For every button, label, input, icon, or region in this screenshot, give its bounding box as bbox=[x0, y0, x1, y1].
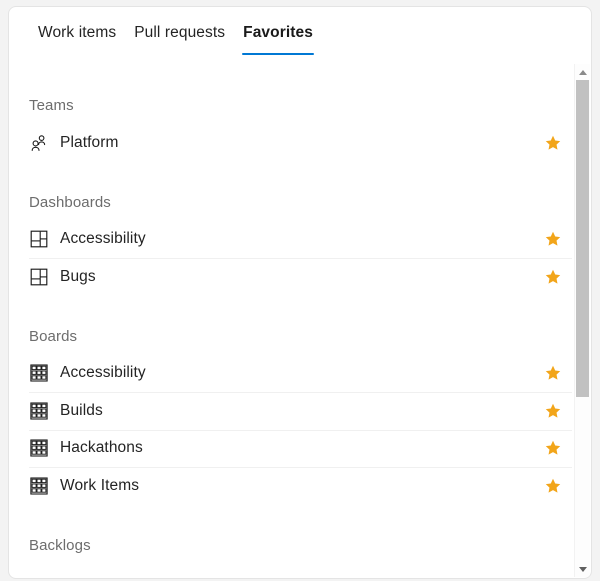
kanban-board-icon bbox=[29, 401, 49, 421]
kanban-board-icon bbox=[29, 476, 49, 496]
list-item-label: Platform bbox=[60, 133, 119, 151]
scrollbar-thumb[interactable] bbox=[576, 80, 589, 397]
list-item[interactable]: Platform bbox=[9, 124, 591, 162]
favorites-list: Teams Platform Dashboards Accessibility Bugs… bbox=[9, 63, 591, 564]
dashboard-tiles-icon bbox=[29, 267, 49, 287]
section-header-dashboards: Dashboards bbox=[29, 193, 111, 211]
favorite-star-icon[interactable] bbox=[542, 266, 564, 288]
list-item-label: Bugs bbox=[60, 267, 96, 285]
tab-label: Pull requests bbox=[134, 24, 226, 41]
favorite-star-icon[interactable] bbox=[542, 437, 564, 459]
kanban-board-icon bbox=[29, 438, 49, 458]
favorite-star-icon[interactable] bbox=[542, 132, 564, 154]
list-item[interactable]: Builds bbox=[9, 392, 591, 430]
list-item-label: Builds bbox=[60, 401, 103, 419]
list-item[interactable]: Accessibility bbox=[9, 221, 591, 259]
scroll-down-arrow-icon[interactable] bbox=[575, 561, 590, 577]
scroll-down-arrow-glyph bbox=[578, 566, 587, 572]
section-header-boards: Boards bbox=[29, 327, 78, 345]
section-header-teams: Teams bbox=[29, 97, 74, 114]
kanban-board-icon bbox=[29, 363, 49, 383]
people-icon bbox=[29, 133, 49, 153]
list-item[interactable]: Hackathons bbox=[9, 429, 591, 468]
section-header-backlogs: Backlogs bbox=[29, 536, 91, 554]
list-item-label: Work Items bbox=[60, 476, 140, 494]
list-item-label: Accessibility bbox=[60, 364, 146, 382]
tab-work-items[interactable]: Work items bbox=[29, 7, 125, 42]
tab-label: Work items bbox=[38, 24, 117, 41]
favorite-star-icon[interactable] bbox=[542, 400, 564, 422]
favorite-star-icon[interactable] bbox=[542, 362, 564, 384]
tab-label: Favorites bbox=[243, 24, 313, 41]
tab-bar: Work items Pull requests Favorites bbox=[9, 7, 591, 63]
list-item[interactable]: Accessibility bbox=[9, 355, 591, 393]
favorite-star-icon[interactable] bbox=[542, 228, 564, 250]
tab-favorites[interactable]: Favorites bbox=[234, 7, 322, 55]
favorites-list-scroll-area[interactable]: Teams Platform Dashboards Accessibility Bugs… bbox=[9, 63, 591, 578]
list-item[interactable]: Work Items bbox=[9, 467, 591, 505]
scroll-up-arrow-icon[interactable] bbox=[575, 64, 590, 80]
scroll-up-arrow-glyph bbox=[578, 69, 587, 75]
tab-pull-requests[interactable]: Pull requests bbox=[125, 7, 234, 42]
vertical-scrollbar[interactable] bbox=[574, 64, 590, 577]
dashboard-tiles-icon bbox=[29, 229, 49, 249]
favorites-panel: Work items Pull requests Favorites Teams Pl… bbox=[8, 6, 592, 579]
list-item-label: Accessibility bbox=[60, 230, 146, 248]
list-item-label: Hackathons bbox=[60, 439, 143, 457]
active-tab-underline bbox=[242, 52, 314, 55]
favorite-star-icon[interactable] bbox=[542, 475, 564, 497]
list-item[interactable]: Bugs bbox=[9, 258, 591, 296]
